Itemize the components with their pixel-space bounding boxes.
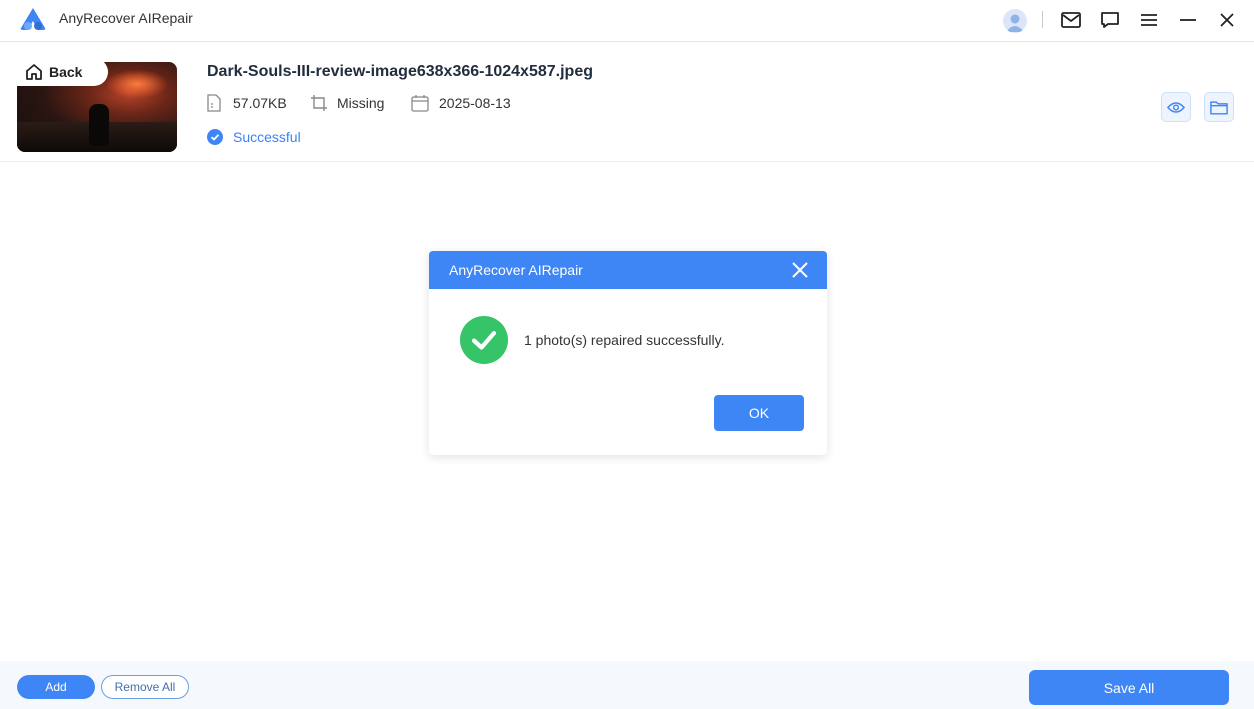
file-name: Dark-Souls-III-review-image638x366-1024x… xyxy=(207,63,593,80)
minimize-icon[interactable] xyxy=(1176,9,1200,31)
file-icon xyxy=(207,94,221,112)
success-check-icon xyxy=(460,316,508,364)
folder-icon xyxy=(1210,100,1228,115)
check-circle-icon xyxy=(207,129,223,145)
mail-icon[interactable] xyxy=(1059,9,1083,31)
dialog-title: AnyRecover AIRepair xyxy=(449,262,583,278)
dialog-header: AnyRecover AIRepair xyxy=(429,251,827,289)
user-avatar-icon[interactable] xyxy=(1003,9,1027,33)
open-folder-button[interactable] xyxy=(1204,92,1234,122)
success-dialog: AnyRecover AIRepair 1 photo(s) repaired … xyxy=(429,251,827,455)
preview-button[interactable] xyxy=(1161,92,1191,122)
file-date: 2025-08-13 xyxy=(411,94,511,112)
app-title: AnyRecover AIRepair xyxy=(59,10,193,26)
repair-status: Successful xyxy=(207,129,301,145)
file-header: Back Dark-Souls-III-review-image638x366-… xyxy=(0,42,1254,162)
calendar-icon xyxy=(411,95,429,112)
remove-all-button[interactable]: Remove All xyxy=(101,675,189,699)
titlebar-divider xyxy=(1042,11,1043,28)
save-all-button[interactable]: Save All xyxy=(1029,670,1229,705)
menu-icon[interactable] xyxy=(1137,9,1161,31)
dialog-message: 1 photo(s) repaired successfully. xyxy=(524,332,725,348)
footer-bar: Add Remove All Save All xyxy=(0,661,1254,709)
ok-button[interactable]: OK xyxy=(714,395,804,431)
repair-status-label: Successful xyxy=(233,129,301,145)
file-date-value: 2025-08-13 xyxy=(439,95,511,111)
file-size-value: 57.07KB xyxy=(233,95,287,111)
home-icon xyxy=(26,64,42,80)
feedback-icon[interactable] xyxy=(1098,9,1122,31)
file-size: 57.07KB xyxy=(207,94,287,112)
close-icon[interactable] xyxy=(1215,9,1239,31)
crop-icon xyxy=(311,95,327,111)
app-logo-icon xyxy=(20,8,46,30)
file-resolution: Missing xyxy=(310,94,384,112)
dialog-close-icon[interactable] xyxy=(791,261,809,279)
back-label: Back xyxy=(49,64,83,80)
file-resolution-value: Missing xyxy=(337,95,385,111)
eye-icon xyxy=(1167,101,1185,113)
title-bar: AnyRecover AIRepair xyxy=(0,0,1254,42)
back-button[interactable]: Back xyxy=(17,58,108,86)
add-button[interactable]: Add xyxy=(17,675,95,699)
